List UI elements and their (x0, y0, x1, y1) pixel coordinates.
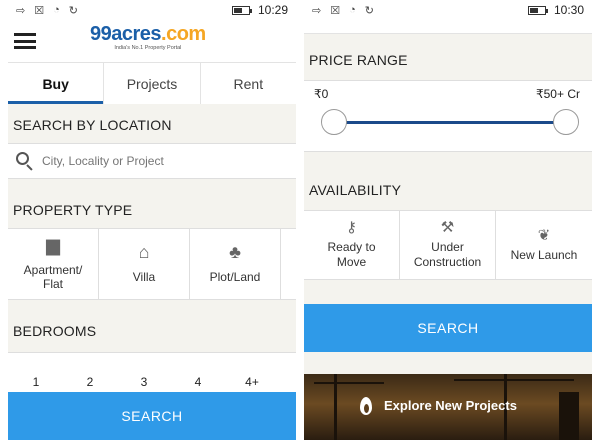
apartment-icon: ▆ (46, 234, 60, 255)
battery-icon (231, 5, 252, 15)
slider-track[interactable] (334, 121, 566, 124)
construction-label-line2: Construction (413, 255, 482, 269)
price-range-slider: ₹0 ₹50+ Cr (304, 80, 592, 152)
logo[interactable]: 99acres.com India's No.1 Property Portal (90, 23, 206, 51)
tab-rent[interactable]: Rent (201, 63, 296, 104)
under-construction-icon: ⚒ (440, 219, 455, 236)
battery-icon (527, 5, 548, 15)
tab-bar: Buy Projects Rent (8, 62, 296, 104)
location-arrow-icon: ⇨ (16, 4, 26, 17)
bedroom-options: 1 2 3 4 4+ (8, 352, 296, 392)
no-signal-icon: ☒ (34, 4, 45, 17)
property-type-title: PROPERTY TYPE (13, 202, 133, 218)
new-launch-label: New Launch (510, 247, 578, 262)
availability-ready-to-move[interactable]: ⚷ Ready to Move (304, 211, 400, 279)
status-time: 10:29 (257, 3, 288, 17)
no-signal-icon: ☒ (330, 4, 341, 17)
property-type-villa[interactable]: ⌂ Villa (99, 229, 190, 299)
apartment-label-line1: Apartment/ (23, 262, 83, 277)
logo-name: 99acres (90, 23, 162, 45)
property-type-more[interactable] (281, 229, 296, 299)
villa-label: Villa (132, 269, 156, 284)
wifi-icon: ◔ (53, 4, 60, 16)
sync-icon: ↻ (68, 4, 78, 17)
location-search-box[interactable] (8, 143, 296, 179)
logo-suffix: .com (161, 23, 206, 45)
tab-projects[interactable]: Projects (104, 63, 201, 104)
price-max-label: ₹50+ Cr (536, 87, 580, 101)
availability-options: ⚷ Ready to Move ⚒ Under Construction ❦ N… (304, 210, 592, 280)
search-button[interactable]: SEARCH (8, 392, 296, 440)
ready-label-line1: Ready to (327, 240, 376, 254)
construction-label-line1: Under (431, 240, 464, 254)
search-by-location-title: SEARCH BY LOCATION (13, 117, 172, 133)
sync-icon: ↻ (364, 4, 374, 17)
scrolled-header-edge (304, 20, 592, 34)
price-range-title: PRICE RANGE (309, 52, 408, 68)
location-arrow-icon: ⇨ (312, 4, 322, 17)
bedrooms-title: BEDROOMS (13, 323, 97, 339)
bedroom-option[interactable]: 2 (62, 375, 116, 389)
ready-label-line2: Move (336, 255, 367, 269)
apartment-label-line2: Flat (42, 276, 63, 291)
bedroom-option[interactable]: 4+ (224, 375, 278, 389)
tab-buy[interactable]: Buy (8, 63, 105, 104)
price-min-label: ₹0 (314, 87, 329, 101)
flame-icon (358, 394, 374, 416)
plot-label: Plot/Land (209, 269, 261, 284)
bedroom-option[interactable]: 1 (8, 375, 62, 389)
bedroom-option[interactable]: 3 (116, 375, 170, 389)
availability-title: AVAILABILITY (309, 182, 402, 198)
slider-min-handle[interactable] (321, 109, 347, 135)
plot-icon: ♣ (229, 241, 241, 262)
location-search-input[interactable] (42, 154, 296, 168)
status-bar: ⇨ ☒ ◔ ↻ 10:29 (8, 0, 296, 20)
explore-projects-banner[interactable]: Explore New Projects (304, 374, 592, 440)
left-screen: ⇨ ☒ ◔ ↻ 10:29 99acres.com India's No.1 P… (8, 0, 296, 440)
availability-under-construction[interactable]: ⚒ Under Construction (400, 211, 496, 279)
property-type-plot[interactable]: ♣ Plot/Land (190, 229, 281, 299)
ready-to-move-icon: ⚷ (346, 219, 357, 236)
property-type-options: ▆ Apartment/ Flat ⌂ Villa ♣ Plot/Land (8, 228, 296, 300)
status-time: 10:30 (553, 3, 584, 17)
banner-text: Explore New Projects (384, 397, 517, 413)
right-screen: ⇨ ☒ ◔ ↻ 10:30 PRICE RANGE ₹0 ₹50+ Cr AVA… (304, 0, 592, 440)
availability-new-launch[interactable]: ❦ New Launch (496, 211, 592, 279)
search-icon (16, 152, 34, 171)
new-launch-icon: ❦ (537, 226, 551, 244)
app-header: 99acres.com India's No.1 Property Portal (8, 20, 296, 62)
slider-max-handle[interactable] (553, 109, 579, 135)
wifi-icon: ◔ (349, 4, 356, 16)
bedroom-option[interactable]: 4 (170, 375, 224, 389)
menu-icon[interactable] (14, 33, 36, 49)
villa-icon: ⌂ (138, 241, 150, 262)
status-bar: ⇨ ☒ ◔ ↻ 10:30 (304, 0, 592, 20)
search-button[interactable]: SEARCH (304, 304, 592, 352)
property-type-apartment[interactable]: ▆ Apartment/ Flat (8, 229, 99, 299)
